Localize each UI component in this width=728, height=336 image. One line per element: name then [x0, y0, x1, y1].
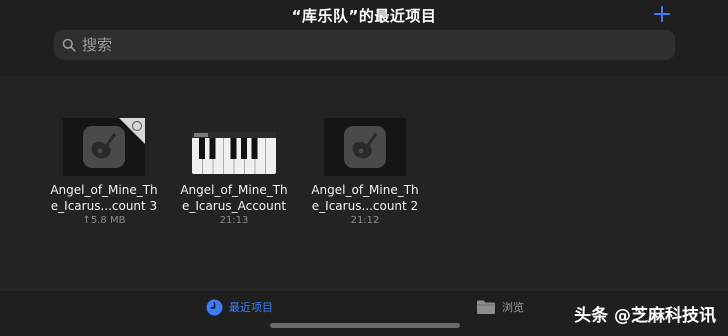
garageband-icon: [344, 126, 386, 168]
folder-icon: [477, 300, 495, 314]
tab-browse[interactable]: 浏览: [476, 295, 524, 319]
file-thumbnail: [63, 118, 145, 176]
search-input[interactable]: [82, 30, 642, 60]
page-title: “库乐队”的最近项目: [291, 7, 437, 25]
file-thumbnail: [324, 118, 406, 176]
file-item[interactable]: Angel_of_Mine_Th e_Icarus...count 2 21:1…: [295, 118, 435, 226]
file-name-line1: Angel_of_Mine_Th: [180, 183, 288, 197]
file-name-line2: e_Icarus...count 3: [50, 199, 158, 213]
search-icon: [62, 38, 76, 52]
cloud-icon: [131, 120, 143, 132]
file-name-line2: e_Icarus_Account: [181, 199, 287, 213]
file-item[interactable]: Angel_of_Mine_Th e_Icarus...count 3 ↑5.8…: [34, 118, 174, 226]
tab-label: 最近项目: [229, 301, 273, 314]
file-meta: 21:13: [219, 215, 249, 226]
file-name-line1: Angel_of_Mine_Th: [311, 183, 419, 197]
file-name-line2: e_Icarus...count 2: [311, 199, 419, 213]
recent-projects-grid: Angel_of_Mine_Th e_Icarus...count 3 ↑5.8…: [0, 118, 728, 238]
plus-icon[interactable]: [652, 4, 672, 24]
watermark: 头条 @芝麻科技讯: [574, 306, 716, 326]
home-indicator: [270, 323, 460, 328]
file-thumbnail: [192, 118, 276, 176]
top-header: “库乐队”的最近项目: [0, 0, 728, 76]
file-item[interactable]: Angel_of_Mine_Th e_Icarus_Account 21:13: [164, 118, 304, 226]
file-meta: 21:12: [350, 215, 380, 226]
file-name-line1: Angel_of_Mine_Th: [50, 183, 158, 197]
tab-label: 浏览: [502, 301, 524, 314]
piano-keyboard-icon: [192, 132, 276, 174]
clock-icon: [206, 299, 223, 315]
file-meta: ↑5.8 MB: [82, 215, 126, 226]
search-bar[interactable]: [54, 30, 675, 60]
tab-recents[interactable]: 最近项目: [206, 295, 273, 319]
